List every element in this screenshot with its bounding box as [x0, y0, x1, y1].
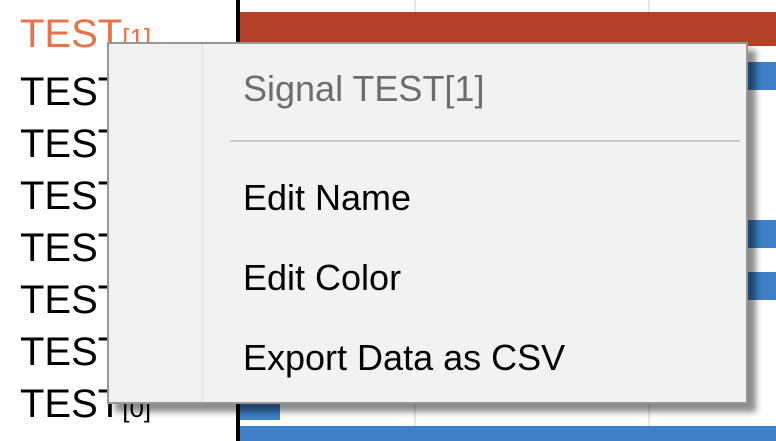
menu-header: Signal TEST[1]	[243, 68, 485, 109]
menu-item-label: Export Data as CSV	[243, 337, 566, 378]
menu-item-label: Edit Color	[243, 257, 402, 298]
menu-item-label: Edit Name	[243, 177, 412, 218]
menu-item-export-csv[interactable]: Export Data as CSV	[203, 326, 742, 390]
menu-icon-gutter	[109, 44, 203, 402]
waveform-trace-selected[interactable]	[240, 12, 776, 46]
waveform-trace[interactable]	[240, 426, 776, 441]
signal-context-menu: Signal TEST[1] Edit Name Edit Color Expo…	[107, 42, 748, 404]
menu-separator	[230, 140, 740, 142]
menu-item-edit-color[interactable]: Edit Color	[203, 246, 742, 310]
menu-item-edit-name[interactable]: Edit Name	[203, 166, 742, 230]
